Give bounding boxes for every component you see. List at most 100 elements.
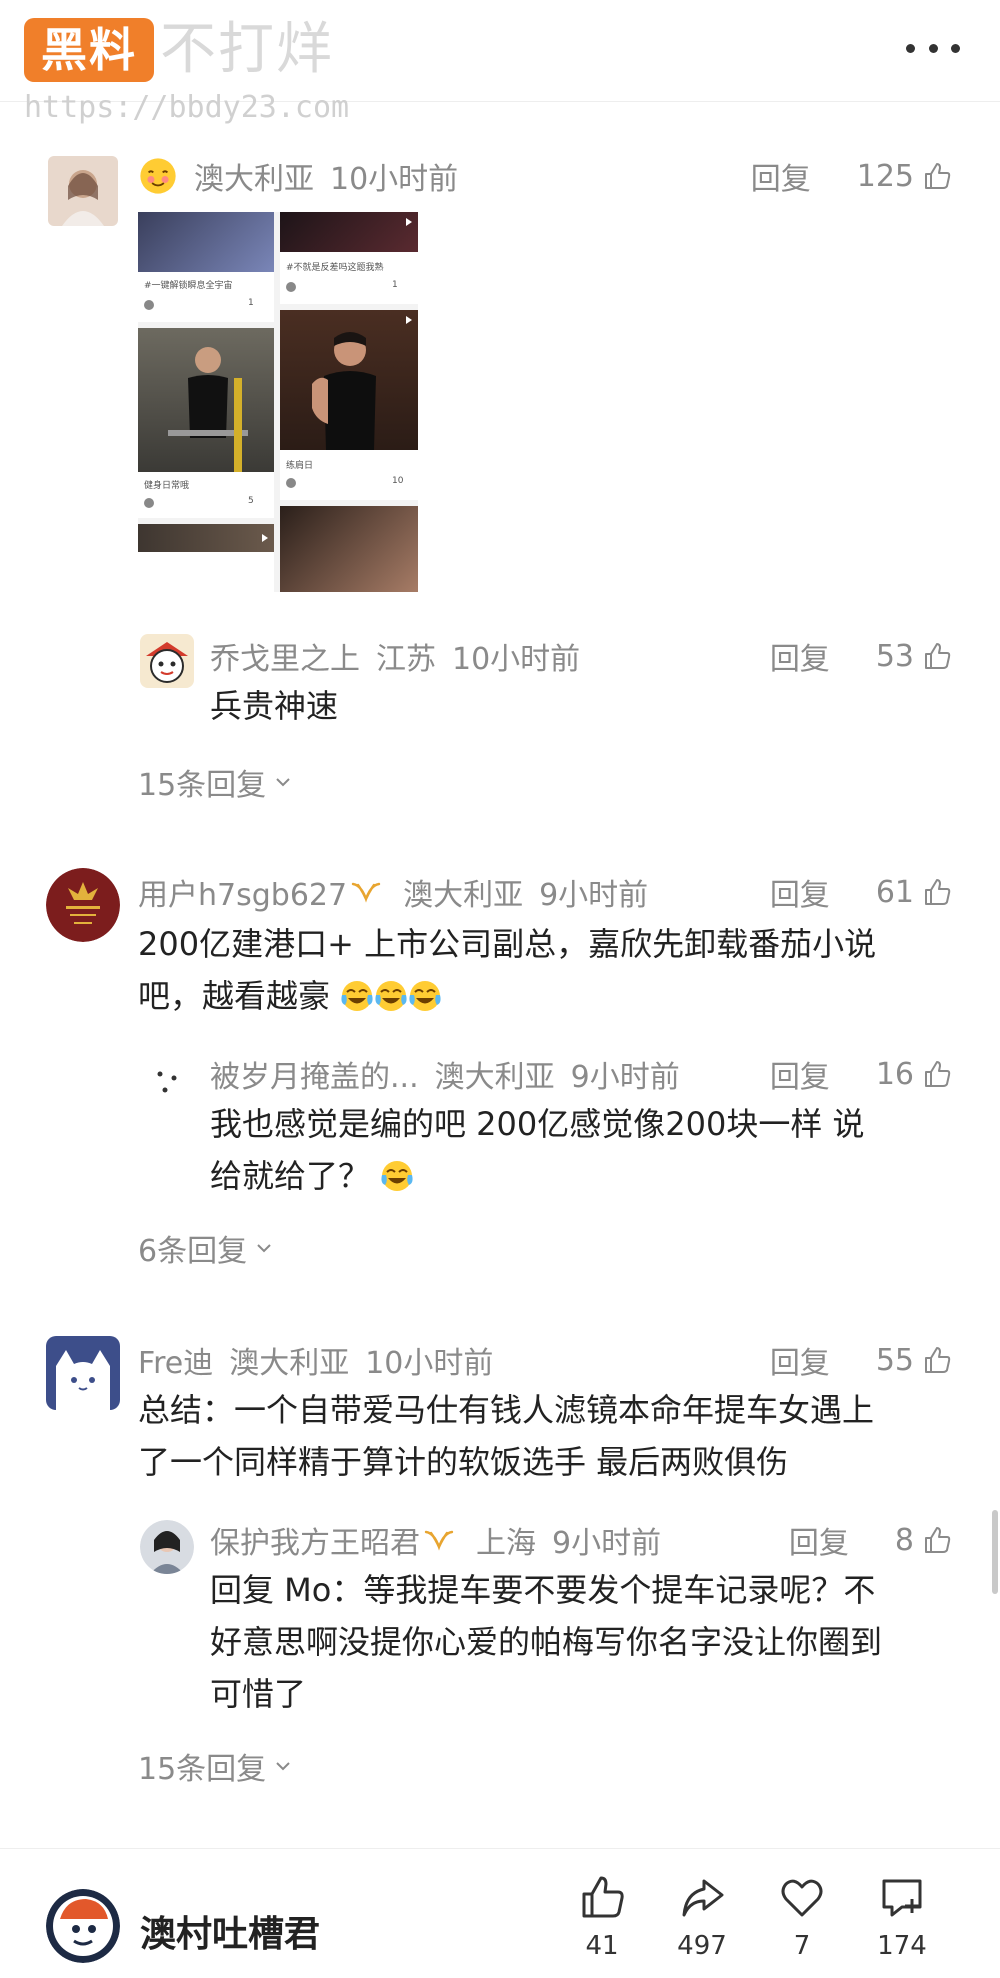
- favorite-count: 7: [793, 1931, 811, 1961]
- reply-button[interactable]: 回复: [770, 870, 830, 914]
- share-action-button[interactable]: 497: [662, 1873, 742, 1961]
- comment-icon: [882, 1879, 922, 1917]
- tears-of-joy-emoji-icon: [375, 981, 407, 1011]
- comment-actions: 回复 53: [770, 634, 952, 678]
- avatar[interactable]: [46, 868, 120, 942]
- comment-username[interactable]: 被岁月掩盖的...: [210, 1052, 419, 1096]
- image-tile[interactable]: [138, 524, 274, 592]
- thumb-up-icon: [582, 1876, 624, 1918]
- comment-text: 我也感觉是编的吧 200亿感觉像200块一样 说 给就给了？: [210, 1098, 970, 1202]
- comment-username[interactable]: Fre迪: [138, 1338, 213, 1382]
- tears-of-joy-emoji-icon: [381, 1161, 413, 1191]
- tears-of-joy-emoji-icon: [341, 981, 373, 1011]
- reply-button[interactable]: 回复: [789, 1518, 849, 1562]
- chevron-down-icon: [276, 778, 290, 787]
- avatar[interactable]: [48, 156, 118, 226]
- vip-badge-icon: [351, 882, 381, 903]
- watermark-url: https://bbdy23.com: [24, 90, 350, 125]
- thumb-up-icon[interactable]: [922, 161, 952, 191]
- more-replies-label: 6条回复: [138, 1234, 248, 1269]
- like-action-button[interactable]: 41: [562, 1873, 642, 1961]
- bottom-action-bar: 澳村吐槽君 41 497 7 174: [0, 1848, 1000, 1978]
- comment-meta: 澳大利亚 10小时前: [138, 156, 459, 197]
- comment-text-fragment: 给就给了？: [210, 1157, 371, 1195]
- expand-replies-button[interactable]: 15条回复: [138, 760, 292, 804]
- thumb-up-icon[interactable]: [922, 877, 952, 907]
- comment-location: 澳大利亚: [434, 1060, 555, 1095]
- image-tile[interactable]: [280, 506, 418, 592]
- comment-text: 200亿建港口+ 上市公司副总，嘉欣先卸载番茄小说 吧，越看越豪: [138, 918, 958, 1022]
- image-like-count: 5: [248, 496, 254, 506]
- more-dots-icon[interactable]: [906, 30, 960, 66]
- avatar[interactable]: [140, 634, 194, 688]
- comment-meta: 乔戈里之上 江苏 10小时前: [210, 634, 581, 678]
- comment-actions: 回复 55: [770, 1338, 952, 1382]
- image-tile[interactable]: 健身日常哦 5: [138, 328, 274, 518]
- image-tile[interactable]: #一键解锁瞬息全宇宙 1: [138, 212, 274, 322]
- image-like-count: 10: [392, 476, 404, 486]
- comment-username[interactable]: 保护我方王昭君: [210, 1518, 420, 1562]
- site-slogan: 不打烊: [160, 17, 334, 82]
- image-caption: 练肩日: [286, 461, 314, 471]
- thumb-up-icon[interactable]: [922, 1345, 952, 1375]
- comment-username[interactable]: 用户h7sgb627: [138, 870, 347, 914]
- comment-text-line: 回复 Mo：等我提车要不要发个提车记录呢？不: [210, 1571, 876, 1609]
- comment-location: 上海: [476, 1526, 536, 1561]
- comment-meta: 被岁月掩盖的... 澳大利亚 9小时前: [210, 1052, 680, 1096]
- vip-badge-icon: [424, 1530, 454, 1551]
- heart-icon: [781, 1879, 823, 1917]
- image-like-count: 1: [392, 280, 398, 290]
- comment-text-line: 好意思啊没提你心爱的帕梅写你名字没让你圈到: [210, 1623, 883, 1661]
- comment-meta: Fre迪 澳大利亚 10小时前: [138, 1338, 493, 1382]
- chevron-down-icon: [257, 1244, 271, 1253]
- reply-button[interactable]: 回复: [751, 154, 811, 198]
- comment-meta: 用户h7sgb627 澳大利亚 9小时前: [138, 870, 648, 914]
- comment-actions: 回复 61: [770, 870, 952, 914]
- chevron-down-icon: [276, 1762, 290, 1771]
- tears-of-joy-emoji-icon: [409, 981, 441, 1011]
- reply-button[interactable]: 回复: [770, 1338, 830, 1382]
- image-grid[interactable]: #一键解锁瞬息全宇宙 1 #不就是反差吗这题我熟 1 健身日常哦 5 练肩日 1…: [138, 212, 418, 592]
- image-caption: #一键解锁瞬息全宇宙: [144, 281, 233, 291]
- comment-action-button[interactable]: 174: [862, 1873, 942, 1961]
- comment-text-line: 吧，越看越豪: [138, 970, 958, 1022]
- account-avatar[interactable]: [46, 1889, 120, 1963]
- comment-text-line: 200亿建港口+ 上市公司副总，嘉欣先卸载番茄小说: [138, 925, 877, 963]
- image-caption: 健身日常哦: [144, 481, 190, 491]
- scrollbar[interactable]: [992, 1510, 998, 1594]
- comment-time: 9小时前: [552, 1526, 662, 1561]
- comment-username[interactable]: 乔戈里之上: [210, 634, 360, 678]
- reply-button[interactable]: 回复: [770, 1052, 830, 1096]
- like-count: 16: [875, 1056, 914, 1092]
- expand-replies-button[interactable]: 6条回复: [138, 1226, 273, 1270]
- avatar[interactable]: [140, 1520, 194, 1574]
- like-count: 125: [856, 158, 914, 194]
- comment-time: 9小时前: [570, 1060, 680, 1095]
- comment-actions: 回复 125: [751, 154, 952, 198]
- comment-time: 10小时前: [330, 162, 459, 197]
- thumb-up-icon[interactable]: [922, 1059, 952, 1089]
- share-icon: [682, 1879, 724, 1917]
- avatar[interactable]: [140, 1056, 194, 1110]
- image-tile[interactable]: #不就是反差吗这题我熟 1: [280, 212, 418, 304]
- image-tile[interactable]: 练肩日 10: [280, 310, 418, 500]
- avatar[interactable]: [46, 1336, 120, 1410]
- share-count: 497: [677, 1931, 727, 1961]
- like-count: 8: [894, 1522, 914, 1558]
- comment-actions: 回复 8: [789, 1518, 952, 1562]
- site-logo[interactable]: 黑料: [24, 18, 154, 82]
- thumb-up-icon[interactable]: [922, 641, 952, 671]
- smiling-face-emoji-icon: [140, 158, 176, 194]
- like-count: 61: [875, 874, 914, 910]
- favorite-action-button[interactable]: 7: [762, 1873, 842, 1961]
- comment-location: 澳大利亚: [194, 162, 314, 197]
- expand-replies-button[interactable]: 15条回复: [138, 1744, 292, 1788]
- comment-time: 10小时前: [452, 642, 581, 677]
- reply-button[interactable]: 回复: [770, 634, 830, 678]
- account-name[interactable]: 澳村吐槽君: [140, 1905, 320, 1957]
- comment-text-line: 了一个同样精于算计的软饭选手 最后两败俱伤: [138, 1443, 789, 1481]
- comment-text-line: 给就给了？: [210, 1150, 970, 1202]
- top-header: 黑料 不打烊: [0, 0, 1000, 102]
- thumb-up-icon[interactable]: [922, 1525, 952, 1555]
- comment-text: 总结：一个自带爱马仕有钱人滤镜本命年提车女遇上 了一个同样精于算计的软饭选手 最…: [138, 1384, 978, 1488]
